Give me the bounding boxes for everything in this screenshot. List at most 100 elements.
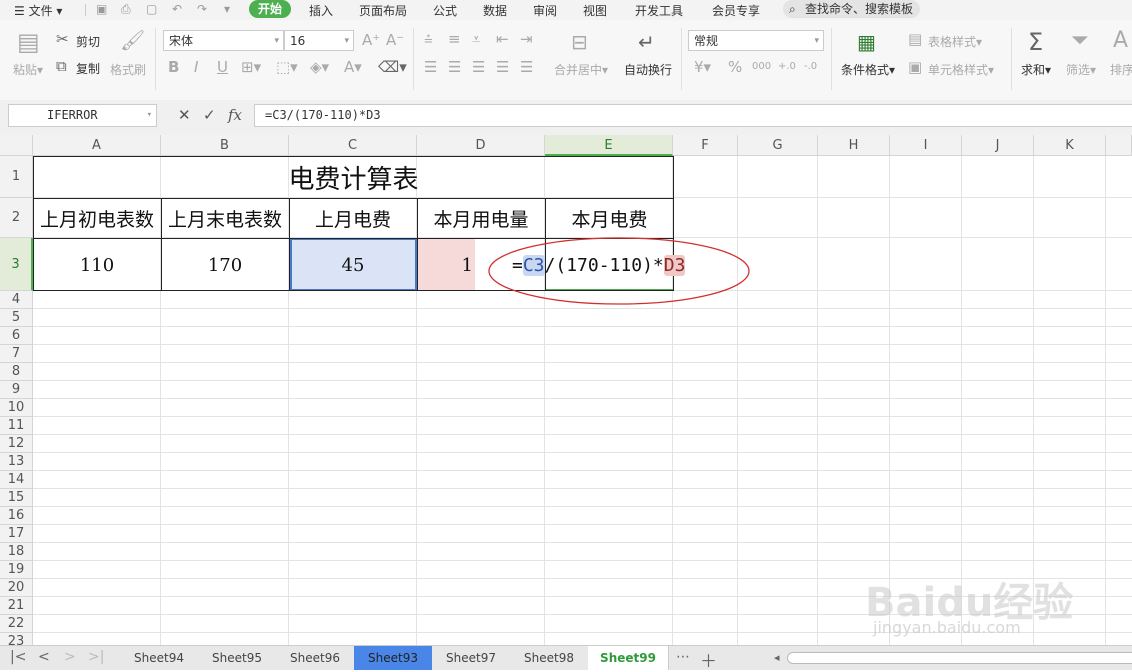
header-cell[interactable]: 上月末电表数 (161, 198, 289, 238)
first-sheet-icon[interactable]: |< (10, 649, 26, 665)
sum-icon[interactable]: Σ (1028, 30, 1043, 54)
merge-center-icon[interactable]: ⊟ (571, 32, 588, 52)
row-header-5[interactable]: 5 (0, 309, 33, 327)
command-search-box[interactable]: ⌕ 查找命令、搜索模板 (783, 0, 920, 18)
undo-icon[interactable]: ↶ (172, 2, 182, 16)
merge-center-button[interactable]: 合并居中▾ (554, 61, 608, 78)
paste-icon[interactable]: ▤ (17, 30, 40, 54)
distributed-icon[interactable]: ☰ (520, 60, 533, 75)
font-size-select[interactable]: 16 ▾ (284, 30, 354, 51)
filter-button[interactable]: 筛选▾ (1066, 61, 1096, 78)
header-cell[interactable]: 本月用电量 (417, 198, 545, 238)
wrap-text-button[interactable]: 自动换行 (624, 61, 672, 78)
insert-function-button[interactable]: fx (228, 106, 242, 124)
header-cell[interactable]: 本月电费 (545, 198, 674, 238)
select-all-corner[interactable] (0, 135, 33, 156)
row-header-15[interactable]: 15 (0, 489, 33, 507)
align-right-icon[interactable]: ☰ (472, 60, 485, 75)
save-icon[interactable]: ▣ (96, 2, 107, 16)
data-cell[interactable]: 1 (417, 239, 473, 291)
cell-style-icon[interactable]: ▣ (908, 60, 922, 75)
erase-border-icon[interactable]: ⬚▾ (276, 60, 298, 75)
column-header-g[interactable]: G (738, 135, 818, 156)
confirm-icon[interactable]: ✓ (203, 106, 216, 124)
sum-button[interactable]: 求和▾ (1021, 61, 1051, 78)
formula-input[interactable]: =C3/(170-110)*D3 (254, 104, 1132, 127)
print-icon[interactable]: ⎙ (121, 2, 131, 17)
conditional-format-icon[interactable]: ▦ (857, 32, 876, 52)
row-header-2[interactable]: 2 (0, 198, 33, 238)
tab-formulas[interactable]: 公式 (433, 2, 457, 19)
header-cell[interactable]: 上月初电表数 (33, 198, 161, 238)
row-header-8[interactable]: 8 (0, 363, 33, 381)
wrap-text-icon[interactable]: ↵ (638, 32, 655, 52)
conditional-format-button[interactable]: 条件格式▾ (841, 61, 895, 78)
cut-button[interactable]: 剪切 (76, 33, 100, 50)
row-header-22[interactable]: 22 (0, 615, 33, 633)
sheet-tab-sheet99[interactable]: Sheet99 (588, 646, 669, 670)
row-header-1[interactable]: 1 (0, 156, 33, 198)
copy-icon[interactable]: ⧉ (56, 59, 67, 74)
copy-button[interactable]: 复制 (76, 60, 100, 77)
last-sheet-icon[interactable]: >| (88, 649, 104, 665)
row-header-12[interactable]: 12 (0, 435, 33, 453)
row-header-23[interactable]: 23 (0, 633, 33, 645)
column-header-h[interactable]: H (818, 135, 890, 156)
prev-sheet-icon[interactable]: < (38, 649, 50, 665)
italic-icon[interactable]: I (194, 60, 198, 75)
tab-view[interactable]: 视图 (583, 2, 607, 19)
table-style-button[interactable]: 表格样式▾ (928, 33, 982, 50)
currency-icon[interactable]: ¥▾ (694, 60, 711, 75)
tab-data[interactable]: 数据 (483, 2, 507, 19)
indent-increase-icon[interactable]: ⇥ (520, 32, 533, 47)
tab-page-layout[interactable]: 页面布局 (359, 2, 407, 19)
row-header-17[interactable]: 17 (0, 525, 33, 543)
column-header-a[interactable]: A (33, 135, 161, 156)
row-header-14[interactable]: 14 (0, 471, 33, 489)
font-name-select[interactable]: 宋体 ▾ (163, 30, 284, 51)
indent-decrease-icon[interactable]: ⇤ (496, 32, 509, 47)
column-header-e[interactable]: E (545, 135, 673, 156)
next-sheet-icon[interactable]: > (64, 649, 76, 665)
spreadsheet-grid[interactable]: ABCDEFGHIJK 1 2 3 4 5 6 7 8 9 10 11 12 13 14 15 16 17 18 1… (0, 135, 1132, 645)
row-header-13[interactable]: 13 (0, 453, 33, 471)
row-header-19[interactable]: 19 (0, 561, 33, 579)
increase-decimal-icon[interactable]: +.0 (778, 59, 796, 74)
header-cell[interactable]: 上月电费 (289, 198, 417, 238)
align-bottom-icon[interactable]: ⩡ (472, 32, 480, 47)
name-box[interactable]: IFERROR ▾ (8, 104, 157, 127)
format-painter-button[interactable]: 格式刷 (110, 61, 146, 78)
row-header-6[interactable]: 6 (0, 327, 33, 345)
table-title[interactable]: 电费计算表 (33, 156, 674, 198)
row-header-4[interactable]: 4 (0, 291, 33, 309)
filter-icon[interactable]: ⏷ (1071, 30, 1089, 52)
bold-icon[interactable]: B (168, 60, 179, 75)
font-color-icon[interactable]: A▾ (344, 60, 362, 75)
row-header-3[interactable]: 3 (0, 238, 33, 291)
data-cell[interactable]: 170 (161, 239, 289, 291)
underline-icon[interactable]: U (217, 60, 228, 75)
row-header-16[interactable]: 16 (0, 507, 33, 525)
scroll-left-icon[interactable]: ◂ (774, 651, 780, 664)
redo-icon[interactable]: ↷ (197, 2, 207, 16)
decrease-font-icon[interactable]: A⁻ (386, 33, 404, 48)
cut-icon[interactable]: ✂ (56, 32, 69, 47)
sort-button[interactable]: 排序 (1110, 61, 1132, 78)
cancel-icon[interactable]: ✕ (178, 106, 191, 124)
print-preview-icon[interactable]: ▢ (146, 2, 157, 16)
percent-icon[interactable]: % (728, 60, 742, 75)
sheet-tab-sheet97[interactable]: Sheet97 (432, 646, 511, 670)
column-header-d[interactable]: D (417, 135, 545, 156)
tab-home[interactable]: 开始 (249, 0, 292, 18)
fill-color-icon[interactable]: ◈▾ (310, 60, 329, 75)
justify-icon[interactable]: ☰ (496, 60, 509, 75)
border-icon[interactable]: ⊞▾ (241, 60, 261, 75)
sheet-tab-sheet95[interactable]: Sheet95 (198, 646, 277, 670)
tab-insert[interactable]: 插入 (309, 2, 333, 19)
row-header-18[interactable]: 18 (0, 543, 33, 561)
column-header-c[interactable]: C (289, 135, 417, 156)
column-header-i[interactable]: I (890, 135, 962, 156)
table-style-icon[interactable]: ▤ (908, 32, 922, 47)
column-header-k[interactable]: K (1034, 135, 1106, 156)
align-left-icon[interactable]: ☰ (424, 60, 437, 75)
